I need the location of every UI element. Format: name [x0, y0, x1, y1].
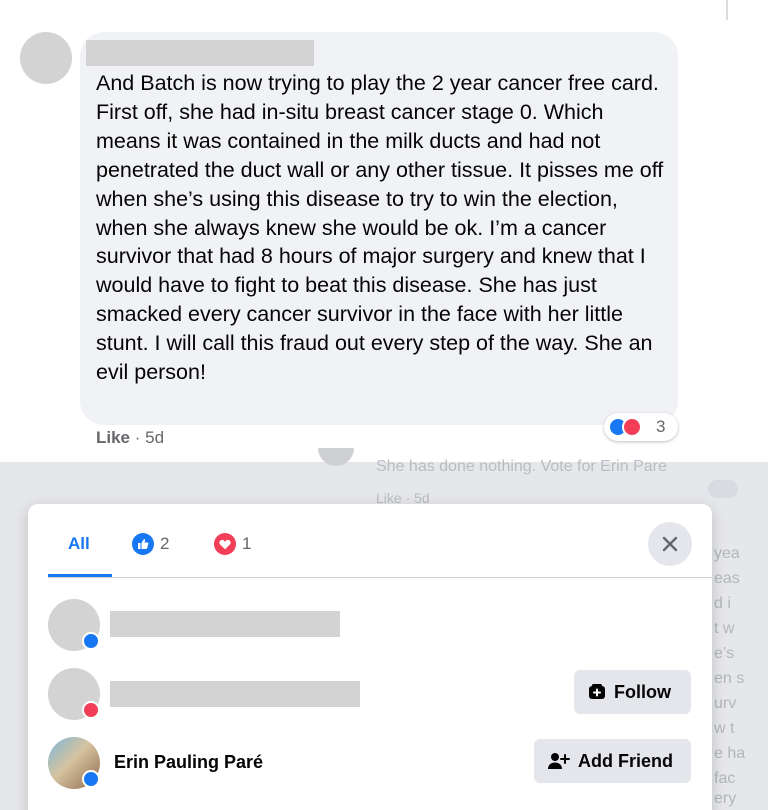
love-icon	[214, 533, 236, 555]
background-fragment: w t	[714, 720, 735, 737]
add-friend-button[interactable]: Add Friend	[534, 739, 691, 783]
redacted-reactor-name	[110, 611, 340, 637]
meta-separator: ·	[130, 428, 146, 447]
background-fragment: ery	[714, 790, 737, 807]
background-fragment: en s	[714, 670, 745, 687]
comment-time[interactable]: 5d	[145, 428, 164, 447]
love-badge-icon	[82, 701, 100, 719]
top-strip	[0, 0, 768, 20]
close-icon	[662, 536, 678, 552]
reaction-count: 3	[656, 417, 666, 436]
tab-all[interactable]: All	[68, 532, 90, 556]
divider	[726, 0, 728, 20]
follow-button[interactable]: Follow	[574, 670, 691, 714]
background-fragment: t w	[714, 620, 735, 637]
background-fragment: e ha	[714, 745, 746, 762]
background-fragment: fac	[714, 770, 736, 787]
like-icon	[132, 533, 154, 555]
like-badge-icon	[82, 632, 100, 650]
redacted-reactor-name	[110, 681, 360, 707]
background-fragment: e’s	[714, 645, 735, 662]
background-fragment: yea	[714, 545, 740, 562]
commenter-avatar[interactable]	[20, 32, 72, 84]
background-fragment: eas	[714, 570, 740, 587]
comment-text: And Batch is now trying to play the 2 ye…	[96, 71, 664, 385]
follow-button-label: Follow	[614, 681, 671, 702]
reaction-summary[interactable]: 3	[604, 413, 678, 441]
tabs-divider	[48, 577, 712, 578]
background-fragment: d i	[714, 595, 731, 612]
like-badge-icon	[82, 770, 100, 788]
redacted-commenter-name	[86, 40, 314, 66]
reactions-dialog: All 2 1 Follow Erin Pauling Paré Add Fri…	[28, 504, 712, 810]
comment-meta: Like · 5d	[96, 428, 164, 448]
tab-like[interactable]: 2	[132, 532, 169, 556]
close-button[interactable]	[648, 522, 692, 566]
tab-all-label: All	[68, 534, 90, 553]
add-friend-button-label: Add Friend	[578, 750, 673, 771]
follow-icon	[589, 684, 605, 699]
like-link[interactable]: Like	[96, 428, 130, 447]
tab-love[interactable]: 1	[214, 532, 251, 556]
add-friend-icon	[548, 753, 570, 769]
reactor-name[interactable]: Erin Pauling Paré	[114, 752, 263, 773]
love-icon	[622, 417, 642, 437]
background-fragment: urv	[714, 695, 737, 712]
background-reaction-icon	[708, 480, 738, 498]
tab-love-count: 1	[242, 534, 252, 553]
tab-like-count: 2	[160, 534, 170, 553]
background-reply-text: She has done nothing. Vote for Erin Pare	[376, 458, 667, 475]
